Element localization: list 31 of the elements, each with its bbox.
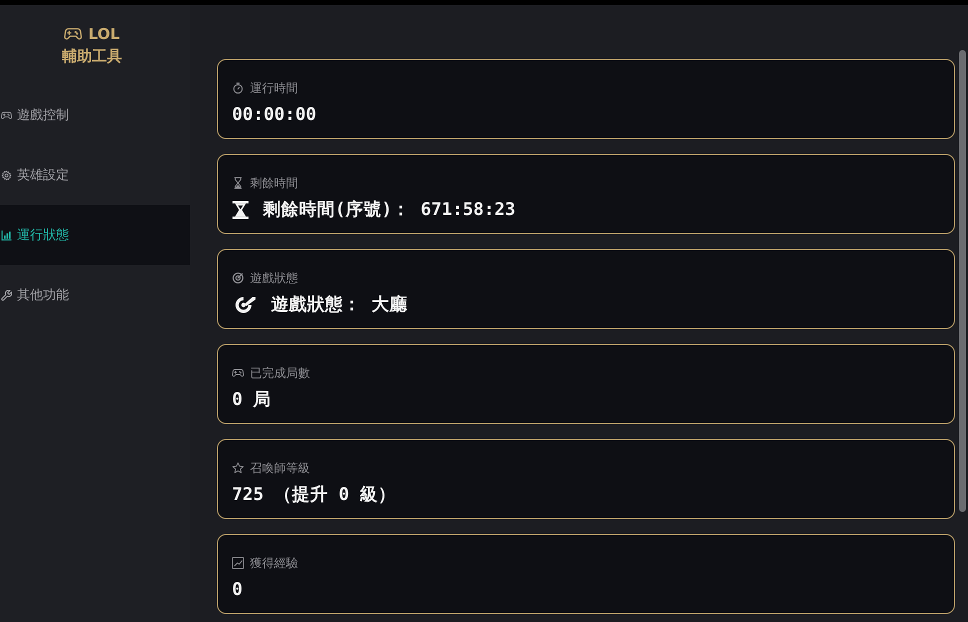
stat-value: 00:00:00: [232, 104, 316, 126]
scrollbar-thumb[interactable]: [959, 50, 966, 512]
hourglass-icon: [232, 201, 249, 219]
nav-item[interactable]: 運行狀態: [0, 205, 190, 265]
stat-label: 運行時間: [250, 80, 298, 96]
gamepad-icon: [64, 27, 82, 41]
nav-item[interactable]: 英雄設定: [0, 145, 190, 205]
stat-value: 0 局: [232, 389, 272, 411]
gamepad-icon: [232, 367, 244, 379]
hourglass-icon: [232, 177, 244, 189]
stat-label: 召喚師等級: [250, 460, 310, 476]
app-title: LOL: [88, 24, 120, 44]
stat-label: 獲得經驗: [250, 555, 298, 571]
nav-item[interactable]: 其他功能: [0, 265, 190, 325]
gear-icon: [1, 170, 12, 180]
stat-label: 遊戲狀態: [250, 270, 298, 286]
app-subtitle: 輔助工具: [62, 46, 122, 66]
nav-item[interactable]: 遊戲控制: [0, 85, 190, 145]
gamepad-icon: [1, 110, 12, 120]
stat-label: 已完成局數: [250, 365, 310, 381]
stopwatch-icon: [232, 82, 244, 94]
line-chart-icon: [232, 557, 244, 569]
stat-value: 剩餘時間(序號)： 671:58:23: [263, 199, 516, 221]
stat-value: 725 （提升 0 級）: [232, 484, 396, 506]
stat-value: 0: [232, 579, 243, 601]
wrench-icon: [1, 290, 12, 300]
stat-label: 剩餘時間: [250, 175, 298, 191]
target-icon: [232, 272, 244, 284]
star-icon: [232, 462, 244, 474]
stat-value: 遊戲狀態： 大廳: [271, 294, 408, 316]
bar-chart-icon: [1, 230, 12, 240]
